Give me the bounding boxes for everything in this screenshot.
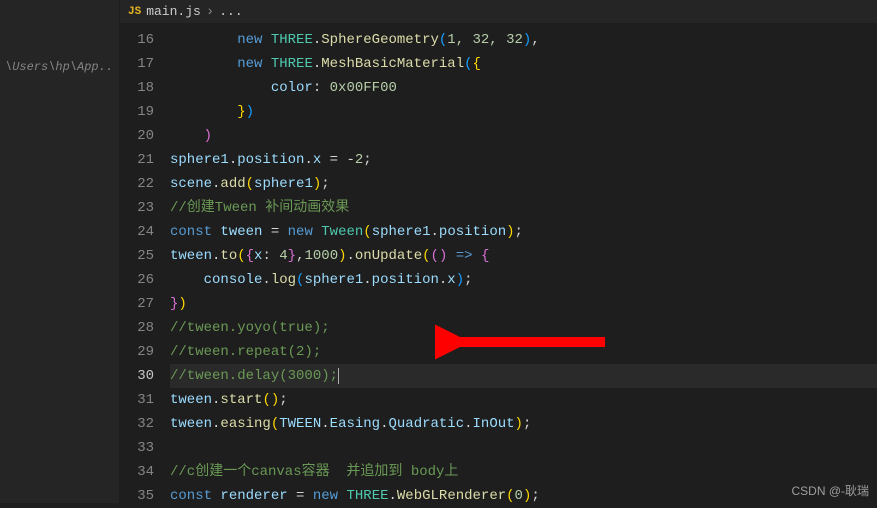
code-line: tween.to({x: 4},1000).onUpdate(() => { [170, 244, 877, 268]
line-number: 28 [120, 316, 154, 340]
code-line: }) [170, 100, 877, 124]
line-number: 16 [120, 28, 154, 52]
line-number: 26 [120, 268, 154, 292]
code-line: new THREE.SphereGeometry(1, 32, 32), [170, 28, 877, 52]
code-line: console.log(sphere1.position.x); [170, 268, 877, 292]
tab-bar[interactable]: JS main.js › ... [120, 0, 877, 24]
line-number: 19 [120, 100, 154, 124]
code-line: const renderer = new THREE.WebGLRenderer… [170, 484, 877, 508]
code-line: color: 0x00FF00 [170, 76, 877, 100]
code-line: ) [170, 124, 877, 148]
line-number: 30 [120, 364, 154, 388]
code-line: tween.start(); [170, 388, 877, 412]
line-number: 34 [120, 460, 154, 484]
code-line: sphere1.position.x = -2; [170, 148, 877, 172]
line-number: 21 [120, 148, 154, 172]
code-content[interactable]: new THREE.SphereGeometry(1, 32, 32), new… [170, 28, 877, 508]
code-line: scene.add(sphere1); [170, 172, 877, 196]
watermark: CSDN @-耿瑞 [791, 482, 869, 499]
code-line: //c创建一个canvas容器 并追加到 body上 [170, 460, 877, 484]
code-line: }) [170, 292, 877, 316]
tab-filename: main.js [146, 4, 201, 19]
line-number: 18 [120, 76, 154, 100]
line-number: 20 [120, 124, 154, 148]
code-line: new THREE.MeshBasicMaterial({ [170, 52, 877, 76]
code-line: const tween = new Tween(sphere1.position… [170, 220, 877, 244]
line-number: 33 [120, 436, 154, 460]
editor-main: JS main.js › ... 16 17 18 19 20 21 22 23… [120, 0, 877, 503]
line-number: 25 [120, 244, 154, 268]
line-number: 27 [120, 292, 154, 316]
breadcrumb-separator: › [206, 4, 214, 20]
sidebar-path: \Users\hp\App... [5, 60, 115, 74]
line-gutter: 16 17 18 19 20 21 22 23 24 25 26 27 28 2… [120, 28, 170, 508]
code-line: //tween.delay(3000); [170, 364, 877, 388]
line-number: 31 [120, 388, 154, 412]
code-line: //tween.repeat(2); [170, 340, 877, 364]
line-number: 17 [120, 52, 154, 76]
line-number: 24 [120, 220, 154, 244]
code-editor[interactable]: 16 17 18 19 20 21 22 23 24 25 26 27 28 2… [120, 24, 877, 508]
code-line: tween.easing(TWEEN.Easing.Quadratic.InOu… [170, 412, 877, 436]
breadcrumb-more: ... [219, 4, 242, 19]
line-number: 23 [120, 196, 154, 220]
line-number: 35 [120, 484, 154, 508]
code-line [170, 436, 877, 460]
code-line: //创建Tween 补间动画效果 [170, 196, 877, 220]
line-number: 32 [120, 412, 154, 436]
sidebar: \Users\hp\App... [0, 0, 120, 503]
line-number: 22 [120, 172, 154, 196]
js-file-icon: JS [128, 6, 141, 18]
line-number: 29 [120, 340, 154, 364]
code-line: //tween.yoyo(true); [170, 316, 877, 340]
